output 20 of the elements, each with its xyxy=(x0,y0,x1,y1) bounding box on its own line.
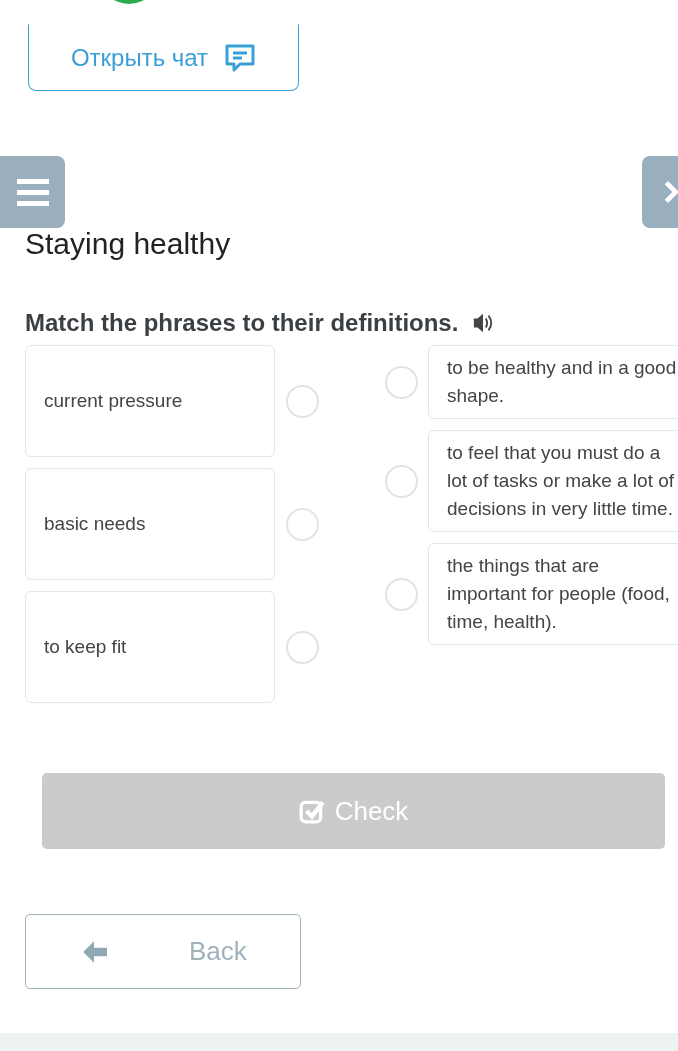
chat-icon xyxy=(224,42,257,73)
phrase-card[interactable]: to keep fit xyxy=(25,591,275,703)
radio-button[interactable] xyxy=(286,507,319,541)
checkbox-icon xyxy=(298,798,325,824)
instruction-text: Match the phrases to their definitions. xyxy=(25,309,459,337)
definition-card[interactable]: to feel that you must do a lot of tasks or make a lot of decisions in very little time. xyxy=(428,430,678,532)
lesson-title: Staying healthy xyxy=(25,226,232,262)
radio-button[interactable] xyxy=(385,464,418,498)
menu-icon xyxy=(16,178,49,206)
radio-button[interactable] xyxy=(286,630,319,664)
radio-button[interactable] xyxy=(286,384,319,418)
speaker-icon xyxy=(472,312,495,334)
radio-button[interactable] xyxy=(385,577,418,611)
phrase-card[interactable]: basic needs xyxy=(25,468,275,580)
radio-button[interactable] xyxy=(385,365,418,399)
definition-card[interactable]: to be healthy and in a good shape. xyxy=(428,345,678,419)
next-button[interactable] xyxy=(642,156,678,228)
definition-card[interactable]: the things that are important for people (food, time, health). xyxy=(428,543,678,645)
menu-button[interactable] xyxy=(0,156,65,228)
phrase-card[interactable]: current pressure xyxy=(25,345,275,457)
